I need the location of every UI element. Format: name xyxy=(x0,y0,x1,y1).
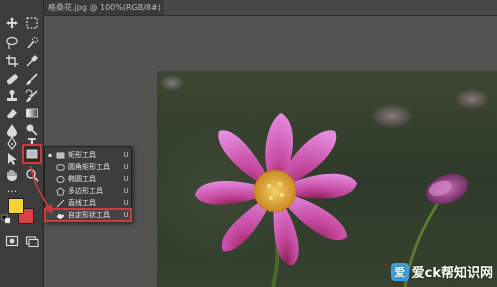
screen-mode-button[interactable] xyxy=(23,232,41,250)
menu-item-polygon-tool[interactable]: 多边形工具 U xyxy=(45,185,131,197)
pen-icon xyxy=(7,136,17,150)
shortcut-key: U xyxy=(123,187,129,195)
rounded-rectangle-icon xyxy=(55,163,65,171)
quick-select-tool[interactable] xyxy=(23,34,41,52)
crop-tool[interactable] xyxy=(3,52,21,70)
menu-item-label: 直线工具 xyxy=(68,199,96,207)
healing-brush-tool[interactable] xyxy=(3,70,21,88)
document-tab[interactable]: 格桑花.jpg @ 100%(RGB/8#) xyxy=(44,0,164,16)
brush-icon xyxy=(26,73,38,85)
photoshop-window: 格桑花.jpg @ 100%(RGB/8#) T ··· ▪ 矩形工具 U 圆角… xyxy=(0,0,497,287)
canvas-image[interactable] xyxy=(157,71,497,287)
menu-item-rounded-rectangle-tool[interactable]: 圆角矩形工具 U xyxy=(45,161,131,173)
bandage-icon xyxy=(6,74,18,85)
tools-panel: T ··· xyxy=(0,0,44,287)
stamp-icon xyxy=(7,90,17,101)
shortcut-key: U xyxy=(123,163,129,171)
menu-item-ellipse-tool[interactable]: 椭圆工具 U xyxy=(45,173,131,185)
menu-item-label: 矩形工具 xyxy=(68,151,96,159)
rectangle-icon xyxy=(26,149,38,159)
watermark-logo: 爱 xyxy=(390,262,409,281)
default-colors-icon xyxy=(1,214,11,224)
hand-icon xyxy=(7,170,17,181)
brush-tool[interactable] xyxy=(23,70,41,88)
gradient-icon xyxy=(26,108,38,118)
document-tab-title: 格桑花.jpg @ 100%(RGB/8#) xyxy=(48,3,161,12)
menu-item-label: 自定形状工具 xyxy=(68,211,110,219)
shortcut-key: U xyxy=(123,175,129,183)
watermark-text: 爱ck帮知识网 xyxy=(411,266,493,281)
zoom-tool[interactable] xyxy=(23,166,41,184)
clone-stamp-tool[interactable] xyxy=(3,87,21,105)
shortcut-key: U xyxy=(123,151,129,159)
watermark: 爱 爱ck帮知识网 xyxy=(390,262,493,281)
history-brush-icon xyxy=(25,89,38,102)
screen-mode-icon xyxy=(25,236,39,248)
active-tool-marker: ▪ xyxy=(47,151,53,159)
shortcut-key: U xyxy=(123,211,129,219)
marquee-tool[interactable] xyxy=(23,14,41,32)
custom-shape-icon xyxy=(56,213,64,219)
eraser-icon xyxy=(7,109,17,118)
menu-item-label: 多边形工具 xyxy=(68,187,103,195)
shape-tool[interactable] xyxy=(22,144,42,164)
move-icon xyxy=(6,17,18,29)
line-icon xyxy=(56,199,64,207)
eyedropper-tool[interactable] xyxy=(23,52,41,70)
history-brush-tool[interactable] xyxy=(23,87,41,105)
polygon-icon xyxy=(55,186,65,196)
menu-item-rectangle-tool[interactable]: ▪ 矩形工具 U xyxy=(45,149,131,161)
tab-bar xyxy=(164,0,497,16)
shape-tool-flyout-menu: ▪ 矩形工具 U 圆角矩形工具 U 椭圆工具 U 多边形工具 U 直线工具 U … xyxy=(44,146,132,222)
move-tool[interactable] xyxy=(3,14,21,32)
gradient-tool[interactable] xyxy=(23,104,41,122)
quick-mask-button[interactable] xyxy=(3,232,21,250)
eyedropper-icon xyxy=(26,55,38,67)
shortcut-key: U xyxy=(123,199,129,207)
menu-item-label: 圆角矩形工具 xyxy=(68,163,110,171)
menu-item-line-tool[interactable]: 直线工具 U xyxy=(45,197,131,209)
quick-select-icon xyxy=(27,37,38,49)
cosmos-flower-photo xyxy=(195,113,469,287)
lasso-icon xyxy=(6,36,18,50)
menu-item-label: 椭圆工具 xyxy=(68,175,96,183)
arrow-icon xyxy=(8,153,17,165)
rectangle-icon xyxy=(56,152,64,158)
quick-mask-icon xyxy=(5,235,19,247)
marquee-icon xyxy=(26,17,38,29)
default-colors-button[interactable] xyxy=(1,214,11,224)
ellipse-icon xyxy=(55,175,65,183)
lasso-tool[interactable] xyxy=(3,34,21,52)
ellipsis-icon: ··· xyxy=(6,184,18,198)
zoom-icon xyxy=(26,169,39,182)
crop-icon xyxy=(6,55,18,67)
eraser-tool[interactable] xyxy=(3,104,21,122)
menu-item-custom-shape-tool[interactable]: 自定形状工具 U xyxy=(44,208,132,222)
